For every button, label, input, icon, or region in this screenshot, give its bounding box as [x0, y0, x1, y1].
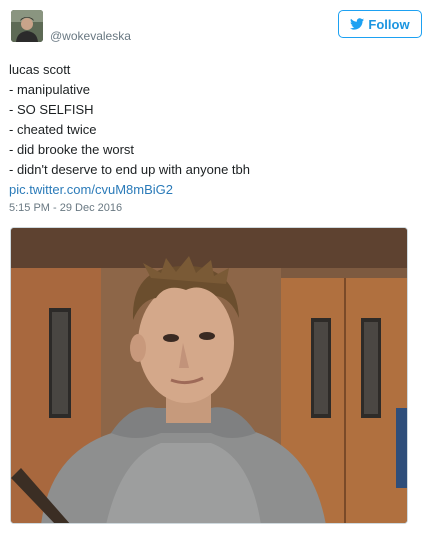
tweet-timestamp[interactable]: 5:15 PM - 29 Dec 2016: [9, 202, 122, 214]
twitter-bird-icon: [350, 18, 365, 30]
tweet-text: lucas scott - manipulative - SO SELFISH …: [9, 60, 419, 200]
tweet-line: - manipulative: [9, 82, 90, 97]
tweet-line: - didn't deserve to end up with anyone t…: [9, 162, 250, 177]
follow-button[interactable]: Follow: [338, 10, 422, 38]
tweet-photo[interactable]: [10, 227, 408, 524]
tweet-line: - did brooke the worst: [9, 142, 135, 157]
avatar[interactable]: [11, 10, 43, 42]
follow-label: Follow: [368, 16, 410, 32]
tweet-line: - cheated twice: [9, 122, 97, 137]
tweet-line: lucas scott: [9, 62, 71, 77]
tweet-card: @wokevaleska Follow lucas scott - manipu…: [0, 0, 433, 534]
media-link[interactable]: pic.twitter.com/cvuM8mBiG2: [9, 182, 173, 197]
user-handle[interactable]: @wokevaleska: [50, 29, 131, 43]
tweet-line: - SO SELFISH: [9, 102, 94, 117]
